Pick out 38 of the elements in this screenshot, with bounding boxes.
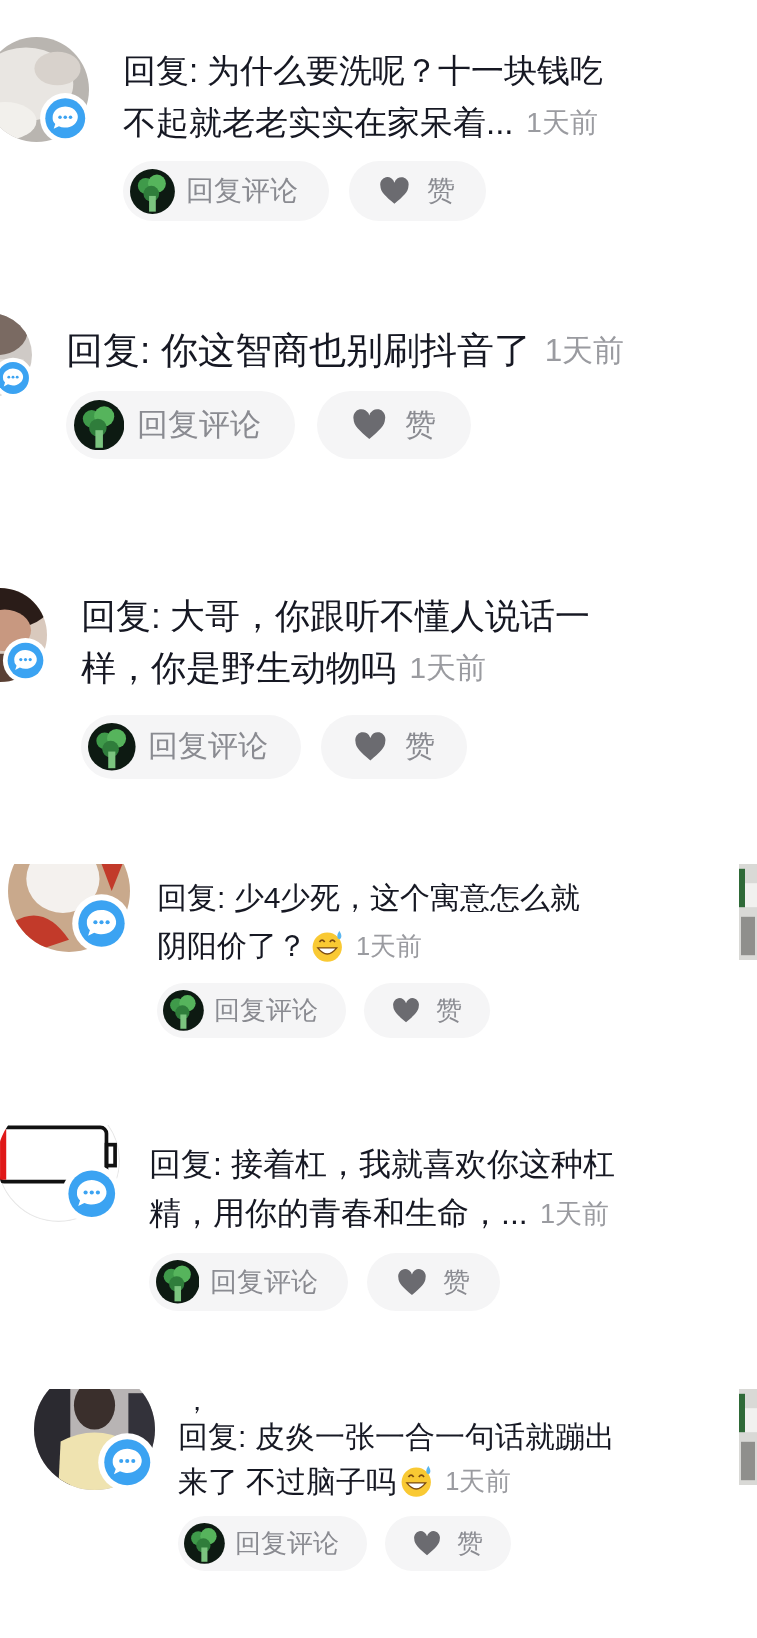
reply-comment-button[interactable]: 回复评论 xyxy=(157,983,347,1038)
comment-text: 精，用你的青春和生命，... xyxy=(149,1194,528,1233)
heart-icon xyxy=(392,997,421,1024)
like-button[interactable]: 赞 xyxy=(317,391,471,459)
like-button[interactable]: 赞 xyxy=(367,1253,501,1312)
grinning-sweat-emoji-icon xyxy=(310,928,345,964)
text-fragment: ， xyxy=(184,1389,210,1416)
heart-icon xyxy=(379,177,411,206)
heart-icon xyxy=(397,1268,427,1296)
grinning-sweat-emoji-icon xyxy=(399,1464,434,1499)
comment-text: 样，你是野生动物吗 xyxy=(81,647,396,689)
comment-text: 回复: 接着杠，我就喜欢你这种杠 xyxy=(149,1145,615,1184)
timestamp: 1天前 xyxy=(539,1197,610,1231)
timestamp: 1天前 xyxy=(409,650,486,686)
comment-text: 回复: 你这智商也别刷抖音了 xyxy=(66,329,531,373)
like-button[interactable]: 赞 xyxy=(348,161,486,222)
reply-comment-button[interactable]: 回复评论 xyxy=(178,1516,368,1571)
comment-text: 回复: 为什么要洗呢？十一块钱吃 xyxy=(123,51,604,91)
reply-comment-button[interactable]: 回复评论 xyxy=(66,391,296,459)
timestamp: 1天前 xyxy=(355,931,423,962)
reply-comment-button[interactable]: 回复评论 xyxy=(149,1253,349,1312)
like-button[interactable]: 赞 xyxy=(321,715,468,779)
heart-icon xyxy=(354,732,387,762)
comment-text: 回复: 皮炎一张一合一句话就蹦出 xyxy=(178,1419,615,1455)
like-button[interactable]: 赞 xyxy=(364,983,490,1038)
timestamp: 1天前 xyxy=(445,1466,512,1497)
reply-comment-button[interactable]: 回复评论 xyxy=(81,715,301,779)
heart-icon xyxy=(351,409,387,441)
heart-icon xyxy=(413,1530,442,1557)
like-button[interactable]: 赞 xyxy=(385,1516,511,1571)
comment-text: 回复: 大哥，你跟听不懂人说话一 xyxy=(81,595,591,637)
comment-text: 阴阳价了？ xyxy=(157,928,307,964)
comment-text: 不起就老老实实在家呆着... xyxy=(123,103,514,143)
timestamp: 1天前 xyxy=(526,106,598,140)
reply-comment-button[interactable]: 回复评论 xyxy=(123,161,329,222)
comment-text: 来了 不过脑子吗 xyxy=(178,1464,397,1500)
comment-text: 回复: 少4少死，这个寓意怎么就 xyxy=(157,880,581,916)
timestamp: 1天前 xyxy=(544,332,625,370)
